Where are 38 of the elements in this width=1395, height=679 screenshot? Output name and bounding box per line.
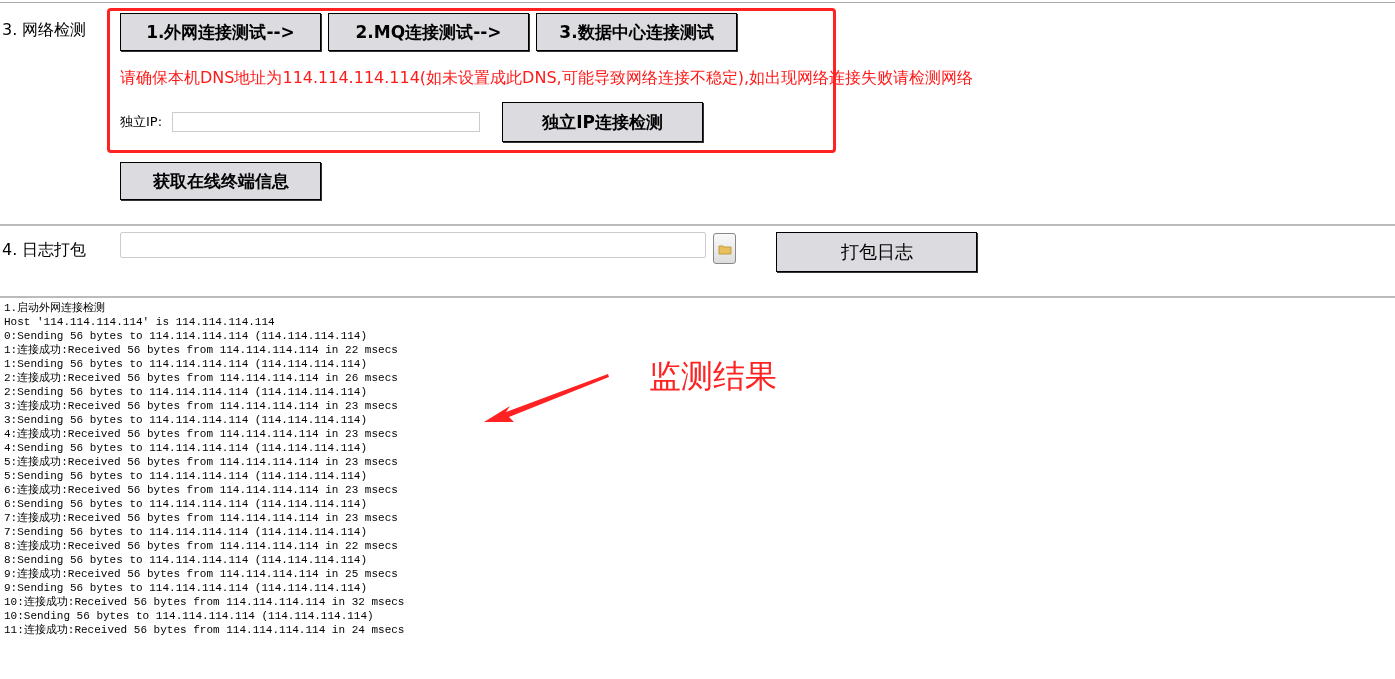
test-button[interactable]: 3.数据中心连接测试	[536, 13, 737, 51]
terminal-info-button[interactable]: 获取在线终端信息	[120, 162, 321, 200]
section-label: 3. 网络检测	[1, 19, 88, 41]
log-line: 0:Sending 56 bytes to 114.114.114.114 (114.114.114.114)	[4, 329, 369, 343]
annotation-label: 监测结果	[649, 356, 777, 397]
log-line: 6:连接成功:Received 56 bytes from 114.114.114.114 in 23 msecs	[4, 483, 399, 497]
log-line: 6:Sending 56 bytes to 114.114.114.114 (114.114.114.114)	[4, 497, 369, 511]
log-line: 8:连接成功:Received 56 bytes from 114.114.114.114 in 22 msecs	[4, 539, 399, 553]
log-line: 3:Sending 56 bytes to 114.114.114.114 (114.114.114.114)	[4, 413, 369, 427]
log-line: 10:Sending 56 bytes to 114.114.114.114 (114.114.114.114)	[4, 609, 375, 623]
test-button[interactable]: 2.MQ连接测试-->	[328, 13, 529, 51]
log-line: 3:连接成功:Received 56 bytes from 114.114.114.114 in 23 msecs	[4, 399, 399, 413]
log-line: 1:连接成功:Received 56 bytes from 114.114.114.114 in 22 msecs	[4, 343, 399, 357]
pack-log-button[interactable]: 打包日志	[776, 232, 977, 272]
log-line: 11:连接成功:Received 56 bytes from 114.114.114.114 in 24 msecs	[4, 623, 406, 637]
log-line: 1:Sending 56 bytes to 114.114.114.114 (114.114.114.114)	[4, 357, 369, 371]
log-line: 9:Sending 56 bytes to 114.114.114.114 (114.114.114.114)	[4, 581, 369, 595]
section-label: 4. 日志打包	[1, 239, 88, 261]
log-line: 9:连接成功:Received 56 bytes from 114.114.114.114 in 25 msecs	[4, 567, 399, 581]
ip-label: 独立IP:	[120, 113, 163, 131]
log-line: 8:Sending 56 bytes to 114.114.114.114 (114.114.114.114)	[4, 553, 369, 567]
test-button[interactable]: 1.外网连接测试-->	[120, 13, 321, 51]
log-line: 2:连接成功:Received 56 bytes from 114.114.114.114 in 26 msecs	[4, 371, 399, 385]
ip-input-field[interactable]	[172, 112, 481, 132]
folder-icon	[717, 242, 732, 255]
log-line: 7:连接成功:Received 56 bytes from 114.114.114.114 in 23 msecs	[4, 511, 399, 525]
log-line: 4:Sending 56 bytes to 114.114.114.114 (114.114.114.114)	[4, 441, 369, 455]
log-line: 4:连接成功:Received 56 bytes from 114.114.114.114 in 23 msecs	[4, 427, 399, 441]
log-path-field[interactable]	[120, 232, 706, 258]
log-line: 5:连接成功:Received 56 bytes from 114.114.114.114 in 23 msecs	[4, 455, 399, 469]
log-line: 7:Sending 56 bytes to 114.114.114.114 (114.114.114.114)	[4, 525, 369, 539]
browse-button[interactable]	[713, 233, 736, 264]
log-line: 1.启动外网连接检测	[4, 301, 107, 315]
log-line: 10:连接成功:Received 56 bytes from 114.114.114.114 in 32 msecs	[4, 595, 406, 609]
ip-check-button[interactable]: 独立IP连接检测	[502, 102, 704, 142]
log-line: 5:Sending 56 bytes to 114.114.114.114 (114.114.114.114)	[4, 469, 369, 483]
log-line: Host '114.114.114.114' is 114.114.114.114	[4, 315, 276, 329]
log-line: 2:Sending 56 bytes to 114.114.114.114 (114.114.114.114)	[4, 385, 369, 399]
